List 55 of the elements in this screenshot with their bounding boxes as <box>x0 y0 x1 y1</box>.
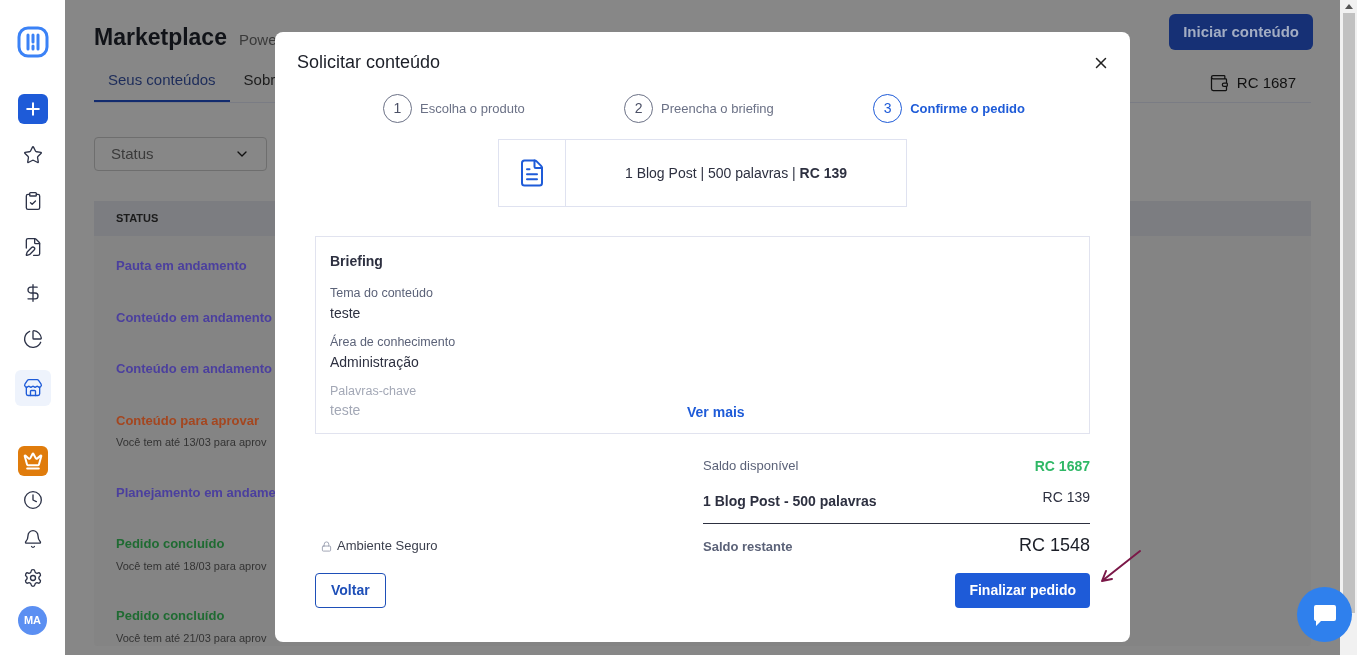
column-header: STATUS <box>116 211 159 227</box>
sidebar-item[interactable] <box>17 94 48 124</box>
status-note: Você tem até 13/03 para aprov <box>116 435 267 450</box>
sidebar-item[interactable] <box>14 370 51 406</box>
status-label: Planejamento em andame <box>116 483 276 502</box>
see-more-link[interactable]: Ver mais <box>687 402 745 423</box>
secure-text: Ambiente Seguro <box>337 536 438 555</box>
summary-label: Saldo restante <box>703 538 793 556</box>
clock-icon <box>22 490 43 510</box>
status-label: Conteúdo em andamento <box>116 360 272 378</box>
status-note: Você tem até 18/03 para aprov <box>116 558 267 574</box>
status-select[interactable]: Status <box>94 137 267 171</box>
field-label: Tema do conteúdo <box>330 285 433 302</box>
status-label: Conteúdo para aprovar <box>116 411 260 430</box>
tab[interactable]: Sobr <box>229 68 290 102</box>
summary-value: RC 139 <box>1042 488 1090 507</box>
step-label: Preencha o briefing <box>661 99 774 118</box>
summary-total: RC 1548 <box>1018 534 1090 557</box>
status-label: Conteúdo em andamento <box>116 308 272 327</box>
modal-title: Solicitar conteúdo <box>297 51 441 74</box>
crown-icon <box>22 451 43 471</box>
status-note: Você tem até 21/03 para aprov <box>116 630 267 646</box>
summary-label: 1 Blog Post - 500 palavras <box>703 492 877 511</box>
product-summary: 1 Blog Post | 500 palavras | RC 139 <box>624 163 848 183</box>
arrow-drawing <box>1098 549 1142 585</box>
page-title: Marketplace <box>94 23 227 52</box>
page-subtitle: Powe <box>238 30 277 50</box>
finish-order-button[interactable]: Finalizar pedido <box>955 573 1090 608</box>
pie-chart-icon <box>22 329 43 349</box>
start-content-button[interactable]: Iniciar conteúdo <box>1169 14 1313 50</box>
step-label: Escolha o produto <box>420 99 525 118</box>
status-label: Pauta em andamento <box>116 257 247 275</box>
field-value: teste <box>330 303 361 323</box>
bell-icon <box>22 529 43 549</box>
field-label: Palavras-chave <box>330 382 417 400</box>
back-button[interactable]: Voltar <box>315 573 386 608</box>
status-label: Pedido concluído <box>116 607 225 625</box>
star-icon <box>22 145 43 165</box>
logo-icon <box>16 26 49 58</box>
lock-icon <box>321 541 332 552</box>
wallet-icon <box>1208 72 1229 93</box>
briefing-title: Briefing <box>330 252 384 271</box>
settings-icon <box>22 568 43 588</box>
user-avatar[interactable]: MA <box>18 606 47 635</box>
field-value: teste <box>330 401 361 421</box>
store-icon <box>22 378 43 398</box>
chat-bubble-icon <box>1311 602 1338 627</box>
summary-value: RC 1687 <box>1034 457 1090 476</box>
field-value: Administração <box>330 352 419 372</box>
balance-text: RC 1687 <box>1236 72 1296 93</box>
tab[interactable]: Seus conteúdos <box>94 68 230 102</box>
summary-label: Saldo disponível <box>703 457 799 475</box>
field-label: Área de conhecimento <box>330 333 456 351</box>
step-label: Confirme o pedido <box>910 99 1025 118</box>
status-label: Pedido concluído <box>116 535 225 553</box>
